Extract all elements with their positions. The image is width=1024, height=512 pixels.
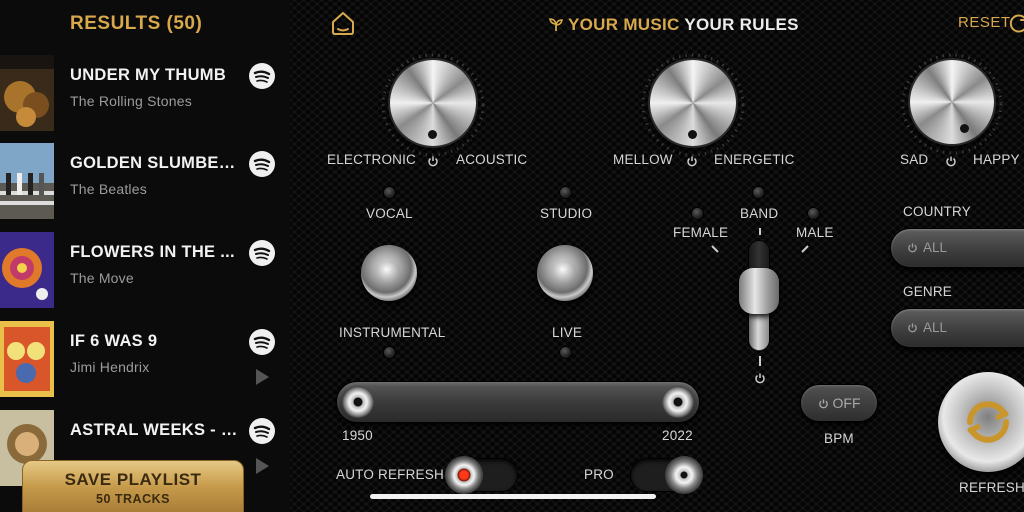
auto-refresh-switch[interactable] — [445, 456, 518, 494]
female-led — [692, 208, 703, 219]
power-icon — [755, 373, 765, 384]
power-icon — [908, 243, 917, 253]
band-label: BAND — [740, 206, 779, 221]
album-cover — [0, 55, 54, 131]
track-row[interactable]: UNDER MY THUMB The Rolling Stones — [0, 55, 290, 143]
results-sidebar: RESULTS (50) UNDER MY THUMB The Rolling … — [0, 0, 290, 512]
pro-label: PRO — [584, 467, 614, 482]
switch-knob — [665, 456, 703, 494]
band-led — [753, 187, 764, 198]
spotify-icon[interactable] — [249, 63, 275, 89]
mellow-energetic-knob[interactable] — [650, 60, 736, 146]
album-cover — [0, 232, 54, 308]
track-artist: Jimi Hendrix — [70, 359, 150, 375]
genre-dropdown[interactable]: ALL — [890, 308, 1024, 348]
auto-refresh-label: AUTO REFRESH — [336, 467, 444, 482]
track-title: UNDER MY THUMB — [70, 66, 227, 84]
knob2-right-label: ENERGETIC — [714, 152, 795, 167]
track-row[interactable]: IF 6 WAS 9 Jimi Hendrix — [0, 321, 290, 409]
knob-indicator — [960, 124, 969, 133]
refresh-button[interactable] — [938, 372, 1024, 472]
year-max-label: 2022 — [662, 428, 693, 443]
track-artist: The Move — [70, 270, 134, 286]
track-title: ASTRAL WEEKS - 1... — [70, 421, 240, 439]
pro-switch[interactable] — [630, 456, 703, 494]
reset-button[interactable]: RESET — [958, 14, 1011, 31]
knob1-right-label: ACOUSTIC — [456, 152, 528, 167]
switch-knob — [445, 456, 483, 494]
male-led — [808, 208, 819, 219]
spotify-icon[interactable] — [249, 240, 275, 266]
spotify-icon[interactable] — [249, 151, 275, 177]
reset-icon[interactable] — [1008, 12, 1024, 34]
knob3-right-label: HAPPY — [973, 152, 1020, 167]
year-min-handle[interactable] — [342, 386, 374, 418]
track-title: GOLDEN SLUMBER... — [70, 154, 240, 172]
vocal-label: VOCAL — [366, 206, 413, 221]
knob1-left-label: ELECTRONIC — [327, 152, 417, 167]
year-range-slider[interactable] — [336, 381, 700, 423]
country-value: ALL — [923, 240, 948, 255]
track-title: FLOWERS IN THE ... — [70, 243, 235, 261]
sprout-icon — [549, 18, 563, 31]
studio-label: STUDIO — [540, 206, 593, 221]
save-playlist-label: SAVE PLAYLIST — [64, 470, 202, 489]
knob2-left-label: MELLOW — [613, 152, 673, 167]
year-max-handle[interactable] — [662, 386, 694, 418]
vocal-led — [384, 187, 395, 198]
home-icon[interactable] — [330, 10, 356, 36]
play-icon[interactable] — [256, 369, 269, 385]
live-label: LIVE — [552, 325, 583, 340]
instrumental-label: INSTRUMENTAL — [339, 325, 446, 340]
studio-led — [560, 187, 571, 198]
year-min-label: 1950 — [342, 428, 373, 443]
sad-happy-knob[interactable] — [910, 60, 994, 144]
title-rest: YOUR RULES — [684, 15, 799, 34]
knob-indicator — [428, 130, 437, 139]
page-title: YOUR MUSIC YOUR RULES — [548, 15, 799, 35]
control-panel: YOUR MUSIC YOUR RULES RESET ELECTRONIC A… — [290, 0, 1024, 512]
track-title: IF 6 WAS 9 — [70, 332, 158, 350]
bpm-value: OFF — [832, 395, 861, 411]
save-playlist-button[interactable]: SAVE PLAYLIST 50 TRACKS — [22, 460, 244, 512]
refresh-icon — [967, 401, 1009, 443]
vocal-instrumental-toggle[interactable] — [361, 245, 417, 301]
lever-tick — [759, 356, 761, 366]
country-label: COUNTRY — [903, 204, 971, 219]
spotify-icon[interactable] — [249, 418, 275, 444]
bpm-label: BPM — [824, 431, 854, 446]
electronic-acoustic-knob[interactable] — [390, 60, 476, 146]
track-artist: The Beatles — [70, 181, 147, 197]
knob3-left-label: SAD — [900, 152, 929, 167]
power-icon — [687, 156, 697, 167]
studio-live-toggle[interactable] — [537, 245, 593, 301]
country-dropdown[interactable]: ALL — [890, 228, 1024, 268]
vocal-gender-lever[interactable] — [739, 268, 779, 314]
power-icon — [946, 156, 956, 167]
track-row[interactable]: FLOWERS IN THE ... The Move — [0, 232, 290, 320]
live-led — [560, 347, 571, 358]
bpm-toggle[interactable]: OFF — [800, 384, 878, 422]
genre-label: GENRE — [903, 284, 953, 299]
save-playlist-count: 50 TRACKS — [96, 492, 170, 506]
home-indicator — [370, 494, 656, 499]
album-cover — [0, 143, 54, 219]
genre-value: ALL — [923, 320, 948, 335]
track-artist: The Rolling Stones — [70, 93, 192, 109]
power-icon — [908, 323, 917, 333]
refresh-label: REFRESH — [959, 480, 1024, 495]
results-title: RESULTS (50) — [70, 13, 203, 34]
instrumental-led — [384, 347, 395, 358]
knob-indicator — [688, 130, 697, 139]
power-icon — [818, 399, 828, 409]
play-icon[interactable] — [256, 458, 269, 474]
title-accent: YOUR MUSIC — [568, 15, 680, 34]
track-row[interactable]: GOLDEN SLUMBER... The Beatles — [0, 143, 290, 231]
spotify-icon[interactable] — [249, 329, 275, 355]
album-cover — [0, 321, 54, 397]
power-icon — [428, 156, 438, 167]
